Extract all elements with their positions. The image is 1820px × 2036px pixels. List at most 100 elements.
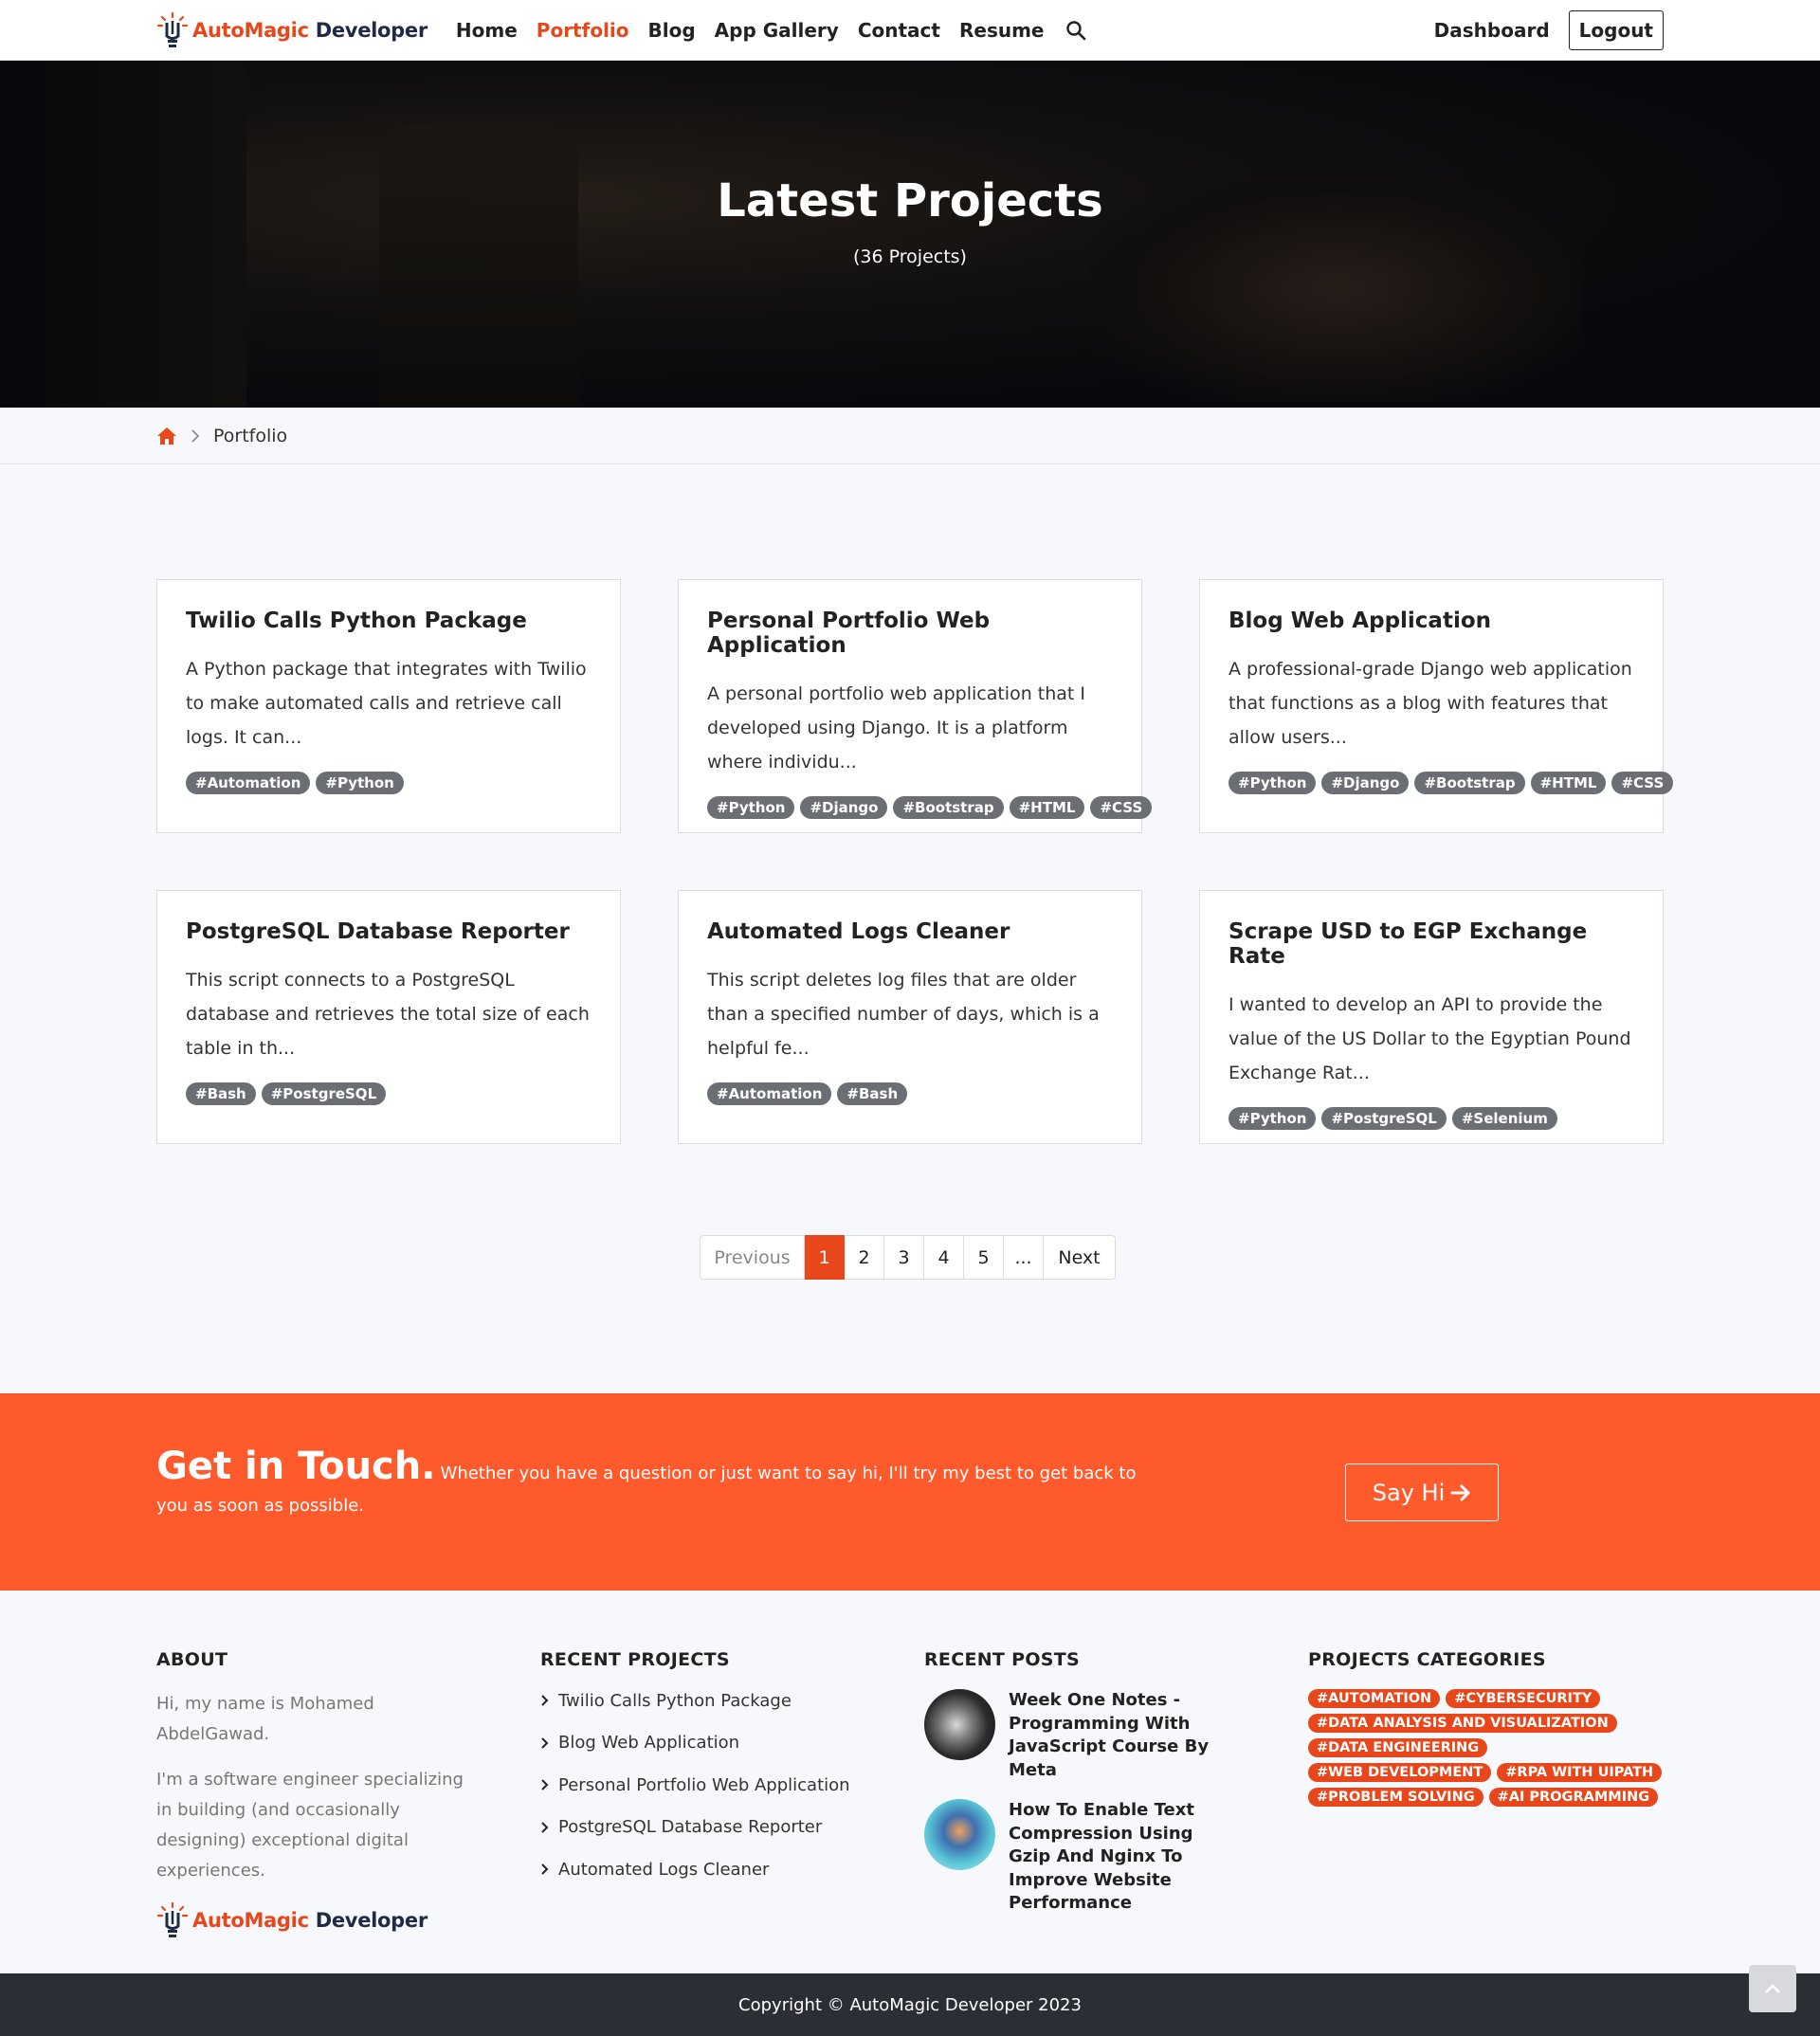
project-tag[interactable]: #Django [800, 796, 888, 819]
recent-post[interactable]: Week One Notes - Programming With JavaSc… [924, 1689, 1228, 1782]
category-tag[interactable]: #DATA ANALYSIS AND VISUALIZATION [1308, 1714, 1617, 1733]
recent-project-link[interactable]: Personal Portfolio Web Application [540, 1764, 863, 1807]
footer-recent-posts: RECENT POSTS Week One Notes - Programmin… [924, 1649, 1228, 1933]
site-logo[interactable]: AutoMagic Developer [156, 11, 428, 49]
pagination-previous[interactable]: Previous [700, 1235, 805, 1280]
category-tag[interactable]: #DATA ENGINEERING [1308, 1738, 1488, 1757]
project-tag[interactable]: #Bootstrap [893, 796, 1004, 819]
category-tag[interactable]: #RPA WITH UIPATH [1497, 1763, 1663, 1782]
page-1[interactable]: 1 [805, 1235, 845, 1280]
project-card[interactable]: Twilio Calls Python Package A Python pac… [156, 579, 621, 833]
post-title[interactable]: Week One Notes - Programming With JavaSc… [1009, 1689, 1212, 1782]
project-tag[interactable]: #Automation [186, 772, 311, 794]
nav-app-gallery[interactable]: App Gallery [715, 19, 839, 42]
project-tag[interactable]: #HTML [1530, 772, 1607, 794]
project-description: I wanted to develop an API to provide th… [1228, 994, 1631, 1083]
project-tag[interactable]: #Bash [837, 1082, 908, 1105]
project-description: A professional-grade Django web applicat… [1228, 659, 1632, 748]
footer-about: ABOUT Hi, my name is Mohamed AbdelGawad.… [156, 1649, 479, 1939]
project-title[interactable]: Scrape USD to EGP Exchange Rate [1228, 919, 1634, 969]
project-tag[interactable]: #Python [316, 772, 404, 794]
logout-button[interactable]: Logout [1568, 10, 1664, 50]
project-card[interactable]: PostgreSQL Database Reporter This script… [156, 890, 621, 1144]
hero-banner: Latest Projects (36 Projects) [0, 61, 1820, 408]
chevron-up-icon [1765, 1984, 1780, 1993]
project-count: (36 Projects) [853, 246, 967, 267]
home-icon[interactable] [156, 427, 177, 445]
nav-portfolio[interactable]: Portfolio [537, 19, 629, 42]
page-title: Latest Projects [717, 174, 1103, 227]
back-to-top-button[interactable] [1749, 1965, 1796, 2012]
recent-posts-heading: RECENT POSTS [924, 1649, 1081, 1670]
chevron-right-icon [191, 429, 200, 443]
recent-project-label: Personal Portfolio Web Application [558, 1774, 850, 1795]
search-icon[interactable] [1065, 20, 1086, 41]
footer: ABOUT Hi, my name is Mohamed AbdelGawad.… [0, 1591, 1820, 1973]
post-thumbnail[interactable] [924, 1689, 995, 1760]
project-card[interactable]: Scrape USD to EGP Exchange Rate I wanted… [1199, 890, 1664, 1144]
category-tag[interactable]: #PROBLEM SOLVING [1308, 1788, 1483, 1807]
post-thumbnail[interactable] [924, 1799, 995, 1870]
project-tag[interactable]: #Python [1228, 772, 1317, 794]
chevron-right-icon [541, 1695, 549, 1706]
project-description: This script deletes log files that are o… [707, 970, 1100, 1059]
project-tag[interactable]: #PostgreSQL [261, 1082, 387, 1105]
project-tag[interactable]: #Bootstrap [1414, 772, 1525, 794]
page-4[interactable]: 4 [924, 1235, 964, 1280]
project-title[interactable]: Blog Web Application [1228, 609, 1634, 633]
navbar: AutoMagic Developer Home Portfolio Blog … [0, 0, 1820, 61]
project-tag[interactable]: #CSS [1090, 796, 1153, 819]
project-tag[interactable]: #Bash [186, 1082, 256, 1105]
lightbulb-logo-icon [156, 11, 189, 47]
logo-text-automagic: AutoMagic [192, 1909, 309, 1932]
project-title[interactable]: Automated Logs Cleaner [707, 919, 1113, 944]
project-card[interactable]: Blog Web Application A professional-grad… [1199, 579, 1674, 833]
recent-project-link[interactable]: Twilio Calls Python Package [540, 1680, 863, 1722]
nav-contact[interactable]: Contact [858, 19, 940, 42]
page-2[interactable]: 2 [845, 1235, 884, 1280]
project-card[interactable]: Automated Logs Cleaner This script delet… [678, 890, 1142, 1144]
category-tag[interactable]: #AUTOMATION [1308, 1689, 1441, 1708]
project-description: A Python package that integrates with Tw… [186, 659, 587, 748]
project-description: This script connects to a PostgreSQL dat… [186, 970, 590, 1059]
recent-project-link[interactable]: PostgreSQL Database Reporter [540, 1807, 863, 1849]
project-title[interactable]: Personal Portfolio Web Application [707, 609, 1113, 658]
breadcrumb-current: Portfolio [213, 426, 288, 446]
project-tag[interactable]: #Selenium [1451, 1107, 1557, 1130]
pagination-next[interactable]: Next [1044, 1235, 1116, 1280]
copyright-bar: Copyright © AutoMagic Developer 2023 [0, 1973, 1820, 2036]
nav-resume[interactable]: Resume [959, 19, 1045, 42]
project-tag[interactable]: #Automation [707, 1082, 832, 1105]
dashboard-link[interactable]: Dashboard [1434, 19, 1550, 42]
categories-heading: PROJECTS CATEGORIES [1308, 1649, 1546, 1670]
nav-blog[interactable]: Blog [648, 19, 696, 42]
footer-logo[interactable]: AutoMagic Developer [156, 1901, 479, 1939]
recent-post[interactable]: How To Enable Text Compression Using Gzi… [924, 1799, 1228, 1916]
recent-project-label: Twilio Calls Python Package [558, 1690, 792, 1711]
main-menu: Home Portfolio Blog App Gallery Contact … [456, 19, 1086, 42]
project-card[interactable]: Personal Portfolio Web Application A per… [678, 579, 1153, 833]
post-title[interactable]: How To Enable Text Compression Using Gzi… [1009, 1799, 1212, 1916]
category-tag[interactable]: #AI PROGRAMMING [1488, 1788, 1659, 1807]
project-tag[interactable]: #CSS [1611, 772, 1674, 794]
page-3[interactable]: 3 [884, 1235, 924, 1280]
lightbulb-logo-icon [156, 1901, 189, 1937]
project-tag[interactable]: #Python [707, 796, 795, 819]
project-tag[interactable]: #Python [1228, 1107, 1317, 1130]
footer-about-heading: ABOUT [156, 1649, 228, 1670]
project-tag[interactable]: #Django [1321, 772, 1410, 794]
recent-project-link[interactable]: Automated Logs Cleaner [540, 1848, 863, 1891]
category-tag[interactable]: #CYBERSECURITY [1446, 1689, 1601, 1708]
project-tag[interactable]: #PostgreSQL [1321, 1107, 1447, 1130]
project-title[interactable]: Twilio Calls Python Package [186, 609, 592, 633]
breadcrumb: Portfolio [0, 408, 1820, 464]
category-tag[interactable]: #WEB DEVELOPMENT [1308, 1763, 1492, 1782]
nav-home[interactable]: Home [456, 19, 518, 42]
page-5[interactable]: 5 [964, 1235, 1004, 1280]
project-title[interactable]: PostgreSQL Database Reporter [186, 919, 592, 944]
recent-project-link[interactable]: Blog Web Application [540, 1722, 863, 1765]
pagination: Previous 1 2 3 4 5 ... Next [700, 1235, 1116, 1280]
project-tag[interactable]: #HTML [1009, 796, 1085, 819]
say-hi-button[interactable]: Say Hi [1345, 1463, 1499, 1521]
chevron-right-icon [541, 1737, 549, 1749]
